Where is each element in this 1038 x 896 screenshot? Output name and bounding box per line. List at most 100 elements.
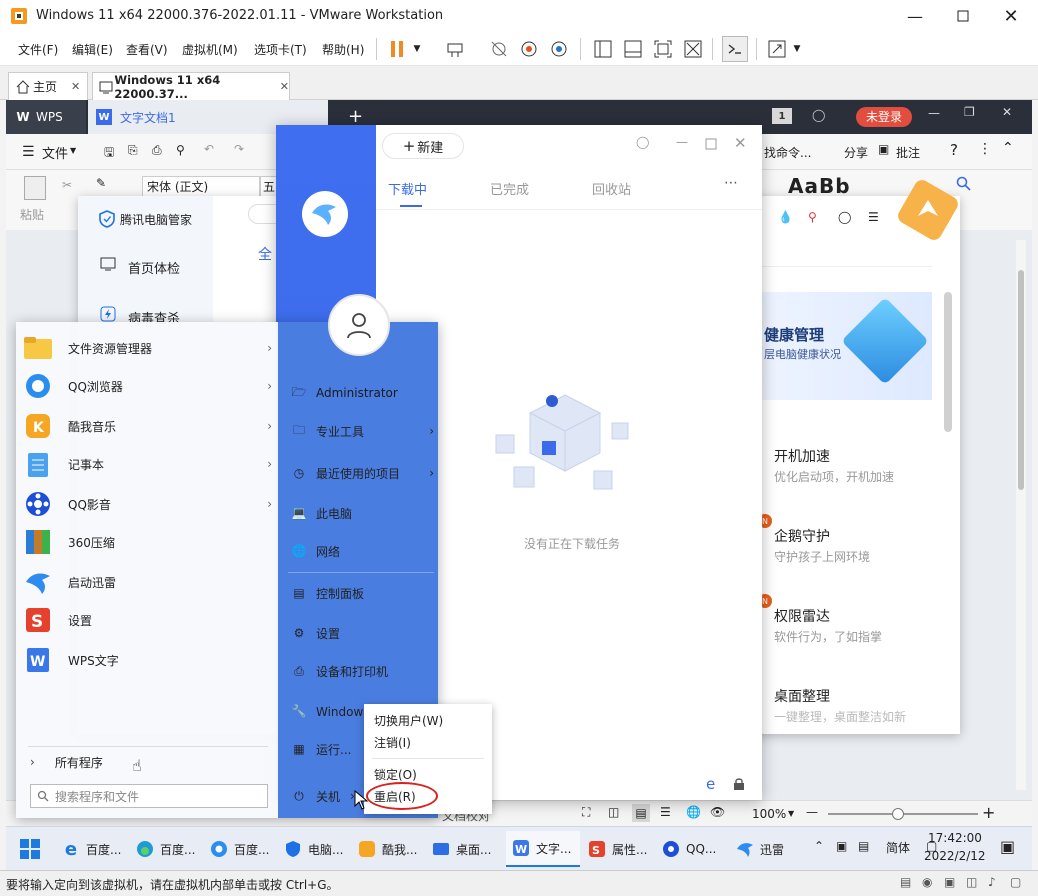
more-options-icon[interactable]: ⋯ — [724, 175, 738, 191]
hdd-icon[interactable]: ▤ — [900, 875, 911, 889]
collapse-ribbon-icon[interactable]: ⌃ — [1002, 140, 1014, 156]
health-banner[interactable]: 健康管理 层电脑健康状况 — [760, 292, 932, 400]
pause-icon[interactable] — [386, 38, 408, 60]
wps-scrollbar[interactable] — [1016, 240, 1026, 790]
chevron-right-icon[interactable]: › — [267, 457, 272, 471]
tencent-tab-all[interactable]: 全 — [258, 244, 272, 264]
stretch-icon[interactable] — [766, 38, 788, 60]
cut-icon[interactable]: ✂ — [62, 178, 72, 192]
print-icon[interactable]: ⎙ — [152, 143, 162, 158]
sound-icon[interactable]: ♪ — [988, 875, 996, 889]
minimize-button[interactable]: — — [900, 4, 930, 28]
terminal-icon[interactable] — [722, 36, 748, 62]
annotate-button[interactable]: 批注 — [896, 144, 920, 161]
tab-home[interactable]: 主页 ✕ — [8, 72, 88, 100]
annotate-icon[interactable]: ▣ — [878, 142, 889, 156]
tab-recycle[interactable]: 回收站 — [592, 179, 631, 198]
style-preview[interactable]: AaBb — [788, 174, 851, 198]
taskbar-item[interactable]: 迅雷 — [734, 833, 804, 865]
clock-time[interactable]: 17:42:00 — [928, 831, 982, 845]
send-keys-icon[interactable] — [444, 38, 466, 60]
more-icon[interactable]: ⋮ — [978, 141, 992, 157]
right-item-control-panel[interactable]: ▤ 控制面板 — [288, 578, 434, 608]
switch-user-item[interactable]: 切换用户(W) — [374, 710, 486, 732]
taskbar-item[interactable]: 百度... — [134, 833, 204, 865]
notification-icon[interactable]: ▣ — [1000, 837, 1015, 856]
menu-file[interactable]: 文件(F) — [18, 41, 58, 58]
start-app-item[interactable]: 记事本 › — [22, 446, 272, 482]
people-icon[interactable]: ⚲ — [808, 210, 817, 224]
xl-maximize-button[interactable] — [704, 137, 718, 151]
right-item-user[interactable]: 🗁 Administrator — [288, 378, 434, 408]
zoom-level[interactable]: 100% — [752, 807, 786, 821]
start-search-input[interactable]: 搜索程序和文件 — [30, 784, 268, 808]
tab-close-icon[interactable]: ✕ — [280, 80, 289, 93]
user-avatar-icon[interactable] — [328, 294, 390, 356]
snapshot-manager-icon[interactable] — [548, 38, 570, 60]
fit-icon[interactable]: ⛶ — [582, 805, 590, 820]
right-item-devices[interactable]: ⎙ 设备和打印机 — [288, 656, 434, 686]
right-item-recent[interactable]: ◷ 最近使用的项目 › — [288, 458, 434, 488]
tencent-scrollbar[interactable] — [944, 292, 952, 432]
all-programs-button[interactable]: › 所有程序 — [30, 750, 270, 774]
xl-minimize-button[interactable]: — — [676, 135, 688, 149]
start-app-item[interactable]: QQ浏览器 › — [22, 368, 272, 404]
right-item-this-pc[interactable]: 💻 此电脑 — [288, 498, 434, 528]
wps-minimize-button[interactable]: — — [928, 106, 940, 120]
hamburger-icon[interactable]: ☰ — [22, 144, 35, 160]
clock-date[interactable]: 2022/2/12 — [924, 849, 986, 863]
read-mode-icon[interactable]: ◫ — [608, 805, 619, 819]
zoom-dropdown-icon[interactable]: ▼ — [788, 809, 794, 818]
wps-close-button[interactable]: ✕ — [1002, 105, 1012, 119]
chevron-right-icon[interactable]: › — [267, 497, 272, 511]
right-item-network[interactable]: 🌐 网络 — [288, 536, 434, 566]
page-view-icon[interactable]: ▤ — [632, 804, 650, 822]
skin-icon[interactable]: ◯ — [636, 135, 649, 149]
start-app-item[interactable]: QQ影音 › — [22, 486, 272, 522]
paste-icon[interactable] — [24, 176, 46, 200]
feature-title[interactable]: 开机加速 — [774, 446, 830, 466]
lock-icon[interactable] — [732, 777, 746, 791]
menu-edit[interactable]: 编辑(E) — [72, 41, 113, 58]
file-dropdown-icon[interactable]: ▼ — [70, 146, 76, 155]
menu-help[interactable]: 帮助(H) — [322, 41, 364, 58]
windows-start-icon[interactable] — [18, 837, 42, 861]
menu-tabs[interactable]: 选项卡(T) — [254, 41, 307, 58]
new-tab-icon[interactable]: + — [348, 106, 363, 127]
menu-icon[interactable]: ☰ — [868, 210, 879, 224]
redo-icon[interactable]: ↷ — [234, 142, 244, 156]
save-icon[interactable]: 🖫 — [104, 143, 114, 164]
library-view-icon[interactable] — [592, 38, 614, 60]
taskbar-item[interactable]: S 属性... — [586, 833, 656, 865]
chevron-right-icon[interactable]: › — [267, 341, 272, 355]
revert-snapshot-icon[interactable] — [518, 38, 540, 60]
login-button[interactable]: 未登录 — [856, 107, 912, 127]
outline-view-icon[interactable]: ☰ — [660, 805, 671, 819]
search-icon[interactable] — [954, 174, 974, 194]
network-adapter-icon[interactable]: ▣ — [944, 875, 955, 889]
taskbar-item[interactable]: 百度... — [208, 833, 278, 865]
file-menu[interactable]: 文件 — [42, 143, 68, 162]
eye-icon[interactable]: 👁 — [710, 805, 725, 819]
snapshot-disabled-icon[interactable] — [488, 38, 510, 60]
maximize-button[interactable] — [948, 4, 978, 28]
taskbar-item[interactable]: 酷我... — [356, 833, 426, 865]
start-app-item[interactable]: W WPS文字 — [22, 642, 272, 678]
menu-vm[interactable]: 虚拟机(M) — [182, 41, 238, 58]
skin-icon[interactable]: ◯ — [812, 108, 825, 122]
stretch-dropdown-icon[interactable]: ▼ — [790, 40, 804, 58]
preview-icon[interactable]: ⚲ — [176, 143, 185, 157]
wps-restore-button[interactable]: ❐ — [964, 105, 975, 119]
right-item-pro-tools[interactable]: 🗀 专业工具 › — [288, 416, 434, 446]
tab-downloading[interactable]: 下载中 — [388, 179, 427, 198]
taskbar-item-active[interactable]: W 文字... — [506, 831, 580, 867]
wps-app-tab[interactable]: W WPS — [6, 100, 86, 134]
share-button[interactable]: 分享 — [844, 144, 868, 161]
power-submenu[interactable]: 切换用户(W) 注销(I) 锁定(O) 重启(R) — [364, 704, 492, 814]
taskbar-item[interactable]: 电脑... — [282, 833, 352, 865]
menu-view[interactable]: 查看(V) — [126, 41, 168, 58]
feature-title[interactable]: 企鹅守护 — [774, 526, 830, 546]
nav-checkup[interactable]: 首页体检 — [128, 258, 180, 277]
tab-close-icon[interactable]: ✕ — [71, 80, 80, 93]
xl-close-button[interactable]: ✕ — [734, 134, 747, 152]
